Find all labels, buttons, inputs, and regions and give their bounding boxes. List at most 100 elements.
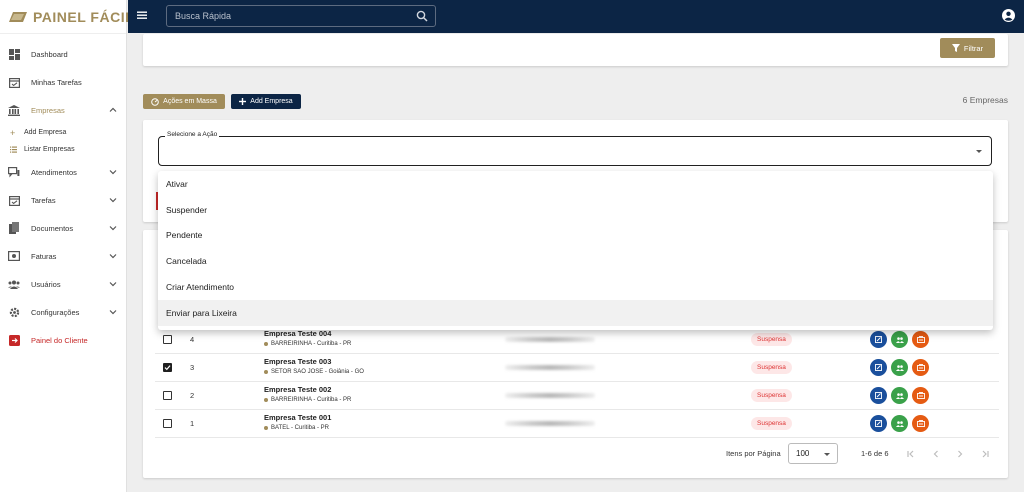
location-pin-icon <box>264 426 268 430</box>
sidebar-subitem-listar-empresas[interactable]: Listar Empresas <box>0 141 127 158</box>
status-badge: Suspensa <box>751 333 792 346</box>
per-page-select[interactable]: 100 <box>788 443 838 464</box>
per-page-value: 100 <box>796 449 810 458</box>
search-icon[interactable] <box>416 10 428 22</box>
per-page-label: Itens por Página <box>726 449 781 458</box>
company-location-text: BARREIRINHA - Curitiba - PR <box>271 397 352 403</box>
sidebar-item-usuarios[interactable]: Usuários <box>0 270 127 298</box>
sidebar-item-documentos[interactable]: Documentos <box>0 214 127 242</box>
page-range: 1-6 de 6 <box>861 449 889 458</box>
location-pin-icon <box>264 342 268 346</box>
users-button[interactable] <box>891 331 908 348</box>
first-page-icon[interactable] <box>906 449 916 459</box>
option-criar-atendimento[interactable]: Criar Atendimento <box>158 274 993 300</box>
logo-icon <box>7 9 29 25</box>
bank-icon <box>8 104 20 116</box>
documents-button[interactable] <box>912 387 929 404</box>
bulk-actions-button[interactable]: Ações em Massa <box>143 94 225 109</box>
row-id: 4 <box>190 335 195 344</box>
row-checkbox[interactable] <box>163 391 172 400</box>
search-input[interactable] <box>167 6 397 26</box>
search-box <box>166 5 436 27</box>
account-icon[interactable] <box>1002 9 1016 23</box>
edit-button[interactable] <box>870 387 887 404</box>
caret-down-icon <box>824 453 830 456</box>
filter-card: Filtrar <box>143 34 1008 66</box>
next-page-icon[interactable] <box>955 449 965 459</box>
sidebar-subitem-add-empresa[interactable]: + Add Empresa <box>0 124 127 141</box>
dashboard-icon <box>8 48 20 60</box>
company-name: Empresa Teste 003 <box>264 357 332 366</box>
plus-icon: + <box>10 127 16 138</box>
users-button[interactable] <box>891 415 908 432</box>
last-page-icon[interactable] <box>980 449 990 459</box>
table-row: 4 Empresa Teste 004 BARREIRINHA - Curiti… <box>155 326 999 354</box>
sidebar-item-label: Empresas <box>31 105 65 115</box>
documents-button[interactable] <box>912 359 929 376</box>
table-row: 2 Empresa Teste 002 BARREIRINHA - Curiti… <box>155 382 999 410</box>
calendar-check-icon <box>8 194 20 206</box>
sidebar-item-configuracoes[interactable]: Configurações <box>0 298 127 326</box>
users-button[interactable] <box>891 387 908 404</box>
row-checkbox[interactable] <box>163 335 172 344</box>
status-badge: Suspensa <box>751 389 792 402</box>
sidebar-item-tarefas[interactable]: Tarefas <box>0 186 127 214</box>
speedometer-icon <box>151 97 159 106</box>
row-id: 2 <box>190 391 195 400</box>
sidebar-nav: Dashboard Minhas Tarefas Empresas + Add … <box>0 40 127 354</box>
menu-icon[interactable] <box>136 9 150 23</box>
add-company-button[interactable]: Add Empresa <box>231 94 301 109</box>
sidebar-item-dashboard[interactable]: Dashboard <box>0 40 127 68</box>
company-location-text: BATEL - Curitiba - PR <box>271 425 330 431</box>
sidebar-item-atendimentos[interactable]: Atendimentos <box>0 158 127 186</box>
sidebar-item-label: Minhas Tarefas <box>31 77 82 87</box>
edit-button[interactable] <box>870 415 887 432</box>
option-cancelada[interactable]: Cancelada <box>158 248 993 274</box>
company-count: 6 Empresas <box>962 95 1008 105</box>
action-select[interactable]: Selecione a Ação <box>158 131 992 166</box>
option-ativar[interactable]: Ativar <box>158 171 993 197</box>
table-row: 3 Empresa Teste 003 SETOR SAO JOSE - Goi… <box>155 354 999 382</box>
redacted-field <box>505 393 595 398</box>
users-icon <box>8 278 20 290</box>
sidebar-item-label: Tarefas <box>31 195 56 205</box>
option-suspender[interactable]: Suspender <box>158 197 993 223</box>
documents-button[interactable] <box>912 331 929 348</box>
topbar <box>128 0 1024 33</box>
chevron-down-icon <box>109 168 117 176</box>
exit-icon <box>8 334 20 346</box>
row-checkbox[interactable] <box>163 363 172 372</box>
redacted-field <box>505 365 595 370</box>
edit-button[interactable] <box>870 331 887 348</box>
chevron-down-icon <box>109 224 117 232</box>
status-badge: Suspensa <box>751 361 792 374</box>
edit-button[interactable] <box>870 359 887 376</box>
calendar-check-icon <box>8 76 20 88</box>
caret-down-icon <box>976 150 982 153</box>
action-dropdown-menu: Ativar Suspender Pendente Cancelada Cria… <box>158 171 993 330</box>
sidebar-subitem-label: Add Empresa <box>24 129 67 136</box>
row-checkbox[interactable] <box>163 419 172 428</box>
table-row: 1 Empresa Teste 001 BATEL - Curitiba - P… <box>155 410 999 438</box>
location-pin-icon <box>264 370 268 374</box>
option-pendente[interactable]: Pendente <box>158 223 993 249</box>
brand-name: PAINEL FÁCIL <box>33 8 135 25</box>
documents-button[interactable] <box>912 415 929 432</box>
chevron-down-icon <box>109 280 117 288</box>
sidebar-item-minhas-tarefas[interactable]: Minhas Tarefas <box>0 68 127 96</box>
sidebar: PAINEL FÁCIL Dashboard Minhas Tarefas Em… <box>0 0 134 492</box>
sidebar-item-empresas[interactable]: Empresas <box>0 96 127 124</box>
add-company-label: Add Empresa <box>250 98 293 105</box>
brand-logo[interactable]: PAINEL FÁCIL <box>0 0 134 34</box>
sidebar-item-faturas[interactable]: Faturas <box>0 242 127 270</box>
company-location: BARREIRINHA - Curitiba - PR <box>264 341 351 347</box>
documents-icon <box>8 222 20 234</box>
company-location-text: SETOR SAO JOSE - Goiânia - GO <box>271 369 364 375</box>
filter-button[interactable]: Filtrar <box>940 38 995 58</box>
sidebar-item-painel-do-cliente[interactable]: Painel do Cliente <box>0 326 127 354</box>
list-icon <box>10 146 18 153</box>
option-enviar-para-lixeira[interactable]: Enviar para Lixeira <box>158 299 993 326</box>
previous-page-icon[interactable] <box>931 449 941 459</box>
sidebar-item-label: Faturas <box>31 251 57 261</box>
users-button[interactable] <box>891 359 908 376</box>
